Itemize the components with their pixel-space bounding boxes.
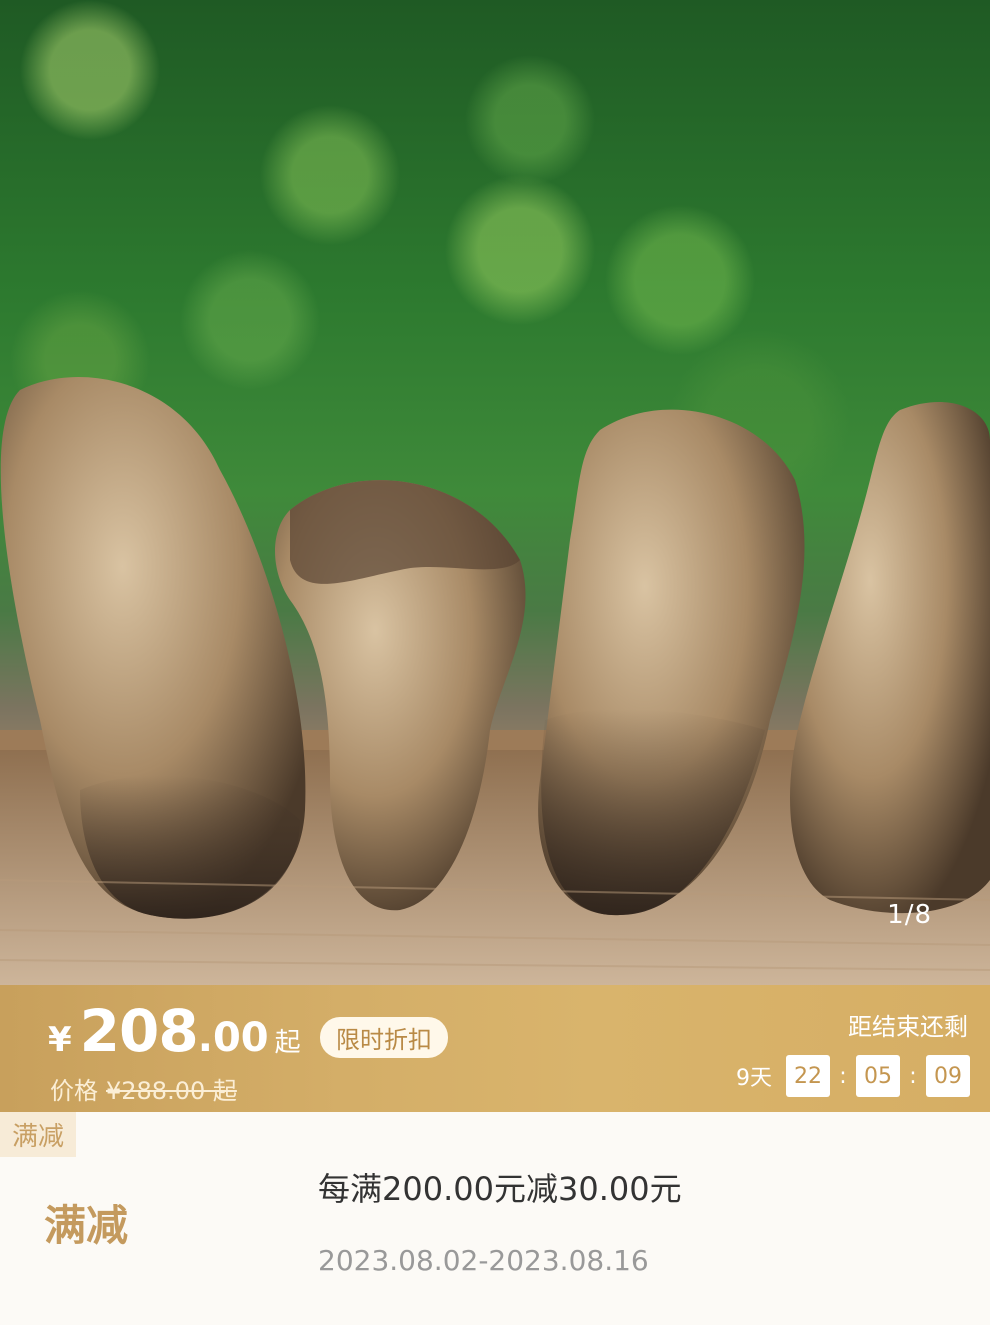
current-price: ¥ 208 .00 起: [48, 997, 301, 1065]
countdown-seconds: 09: [926, 1055, 970, 1097]
currency-symbol: ¥: [48, 1020, 72, 1060]
image-counter: 1/8: [887, 900, 932, 930]
price-integer: 208: [79, 997, 199, 1065]
countdown-separator: :: [909, 1063, 917, 1089]
original-price-value: ¥288.00 起: [106, 1077, 237, 1105]
countdown-separator: :: [839, 1063, 847, 1089]
promotion-label: 满减: [0, 1112, 77, 1157]
promotion-description: 每满200.00元减30.00元: [318, 1170, 682, 1208]
original-price: 价格 ¥288.00 起: [50, 1071, 237, 1106]
price-banner: ¥ 208 .00 起 限时折扣 价格 ¥288.00 起 距结束还剩 9天 22…: [0, 985, 990, 1112]
countdown-hours: 22: [786, 1055, 830, 1097]
product-image[interactable]: 1/8: [0, 0, 990, 985]
countdown-timer: 9天 22 : 05 : 09: [736, 1055, 970, 1097]
countdown-minutes: 05: [856, 1055, 900, 1097]
mushroom-photo: [0, 376, 990, 985]
original-price-label: 价格: [50, 1077, 98, 1105]
price-suffix: 起: [274, 1028, 301, 1058]
promotion-card[interactable]: 满减 满减 每满200.00元减30.00元 2023.08.02-2023.0…: [0, 1112, 990, 1325]
discount-badge: 限时折扣: [320, 1017, 448, 1058]
promotion-date-range: 2023.08.02-2023.08.16: [318, 1244, 649, 1277]
promotion-title: 满减: [44, 1201, 129, 1250]
countdown-label: 距结束还剩: [848, 1013, 968, 1041]
price-decimal: .00: [197, 1015, 269, 1061]
countdown-days: 9天: [736, 1066, 772, 1091]
